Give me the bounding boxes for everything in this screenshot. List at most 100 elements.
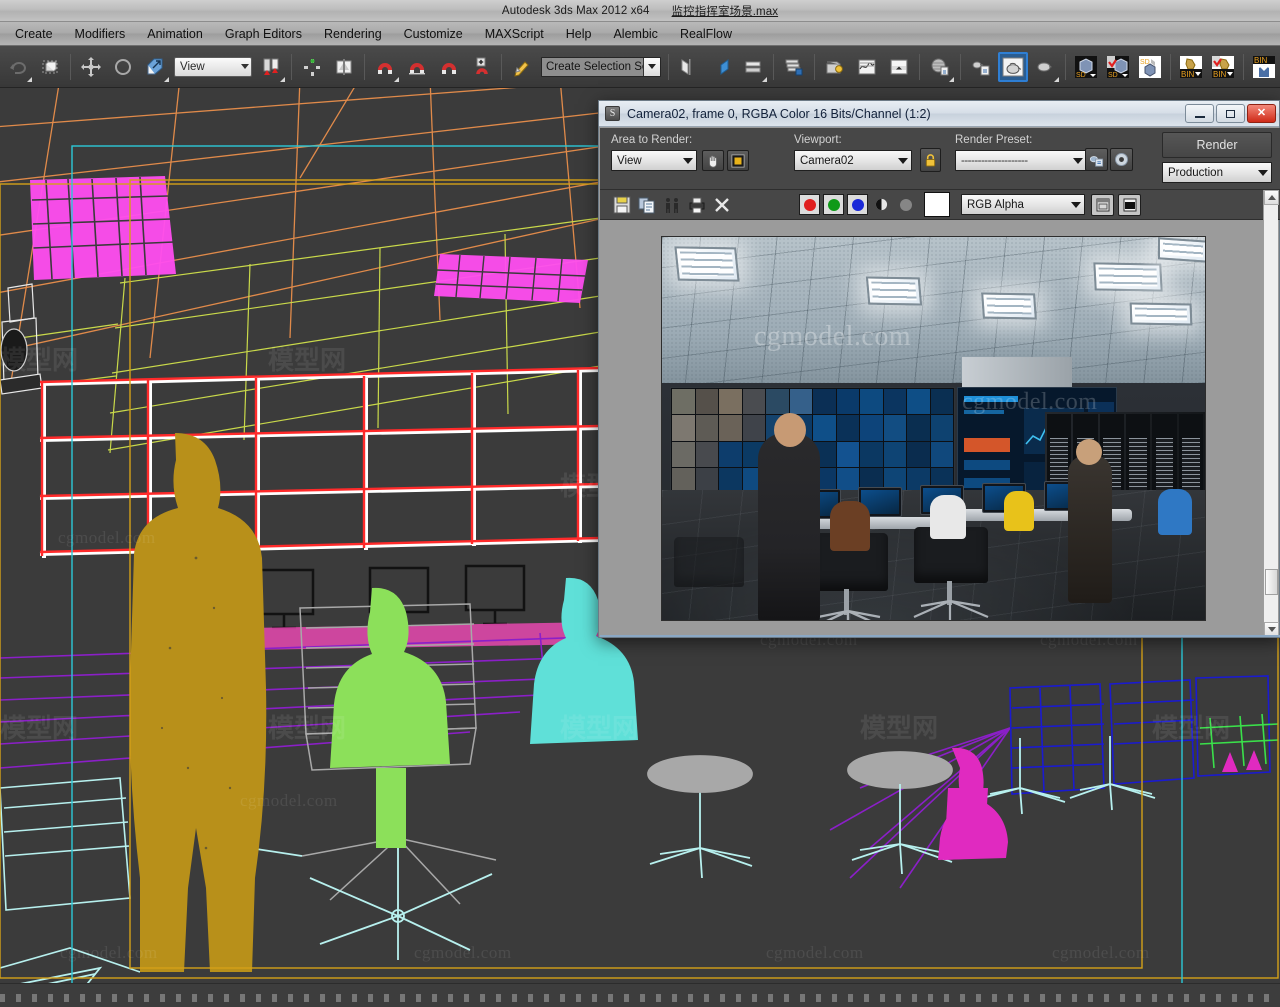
sd-object-white-icon[interactable]: SD (1135, 52, 1165, 82)
rendered-frame-window[interactable]: S Camera02, frame 0, RGBA Color 16 Bits/… (598, 100, 1280, 638)
ceiling-light (1129, 302, 1193, 326)
menu-realflow[interactable]: RealFlow (669, 25, 743, 43)
rendered-image[interactable]: cgmodel.com cgmodel.com (661, 236, 1206, 621)
viewport-value: Camera02 (800, 154, 854, 167)
menu-customize[interactable]: Customize (393, 25, 474, 43)
minimize-icon (1194, 115, 1205, 118)
toggle-image-pane-icon[interactable] (1118, 194, 1141, 216)
selection-set-input[interactable]: Create Selection Set (541, 56, 661, 77)
menu-bar: Create Modifiers Animation Graph Editors… (0, 22, 1280, 46)
red-channel-toggle[interactable] (799, 194, 820, 215)
sub-region-icon[interactable] (727, 150, 749, 171)
image-tools-panel: RGB Alpha (600, 190, 1280, 220)
mono-dot-icon (899, 198, 912, 211)
menu-maxscript[interactable]: MAXScript (474, 25, 555, 43)
sd-object-check-icon[interactable]: SD (1103, 52, 1133, 82)
scroll-up-arrow[interactable] (1264, 190, 1279, 205)
print-image-icon[interactable] (686, 194, 708, 216)
track-view-icon[interactable] (852, 52, 882, 82)
channel-display-dropdown[interactable]: RGB Alpha (961, 194, 1085, 215)
svg-text:SD: SD (1108, 72, 1118, 78)
blue-dot-icon (851, 198, 864, 211)
mirror-objects-icon[interactable] (674, 52, 704, 82)
area-to-render-dropdown[interactable]: View (611, 150, 697, 171)
spinner-snap-icon[interactable] (466, 52, 496, 82)
toolbar-separator (501, 53, 502, 80)
render-controls-panel: Area to Render: View Viewport: Camera02 … (600, 128, 1280, 190)
background-color-swatch[interactable] (924, 192, 950, 217)
menu-animation[interactable]: Animation (136, 25, 214, 43)
save-image-icon[interactable] (611, 194, 633, 216)
toolbar-separator (1243, 53, 1244, 80)
render-window-title-bar[interactable]: S Camera02, frame 0, RGBA Color 16 Bits/… (599, 101, 1279, 127)
clone-image-icon[interactable] (661, 194, 683, 216)
sd-object-icon[interactable]: SD (1071, 52, 1101, 82)
timeline-bar[interactable] (0, 983, 1280, 1007)
align-icon[interactable] (297, 52, 327, 82)
menu-create[interactable]: Create (4, 25, 64, 43)
toolbar-separator (668, 53, 669, 80)
standing-man-head (774, 413, 806, 447)
render-preset-dropdown[interactable]: -------------------- (955, 150, 1087, 171)
file-name-title: 监控指挥室场景.max (671, 5, 779, 18)
menu-help[interactable]: Help (555, 25, 603, 43)
hand-pan-icon[interactable] (702, 150, 724, 171)
timeline-ticks (0, 994, 1280, 1002)
menu-modifiers[interactable]: Modifiers (64, 25, 137, 43)
menu-alembic[interactable]: Alembic (602, 25, 668, 43)
render-production-icon[interactable] (1030, 52, 1060, 82)
ceiling-light (1093, 262, 1163, 292)
mini-listener-icon[interactable] (884, 52, 914, 82)
use-pivot-center-icon[interactable] (256, 52, 286, 82)
toolbar-separator (1170, 53, 1171, 80)
toggle-ui-panel-icon[interactable] (1091, 194, 1114, 216)
bin-object-icon[interactable]: BIN (1176, 52, 1206, 82)
maximize-button[interactable] (1216, 104, 1245, 123)
chevron-down-icon (898, 158, 908, 164)
render-setup-icon[interactable] (1085, 148, 1108, 171)
reference-coordinate-dropdown[interactable]: View (174, 56, 252, 77)
bin-object-check-icon[interactable]: BIN (1208, 52, 1238, 82)
clear-image-icon[interactable] (711, 194, 733, 216)
mono-channel-toggle[interactable] (895, 194, 916, 215)
selection-set-dropdown[interactable] (643, 57, 660, 76)
environment-icon[interactable] (1110, 148, 1133, 171)
render-image-area[interactable]: cgmodel.com cgmodel.com (600, 220, 1265, 637)
lock-icon[interactable] (920, 148, 941, 172)
menu-rendering[interactable]: Rendering (313, 25, 393, 43)
mirror-icon[interactable] (329, 52, 359, 82)
angle-snap-icon[interactable] (402, 52, 432, 82)
rendered-frame-window-icon[interactable] (998, 51, 1028, 82)
layer-manager-icon[interactable] (738, 52, 768, 82)
render-mode-dropdown[interactable]: Production (1162, 162, 1272, 183)
undo-icon[interactable] (3, 52, 33, 82)
render-setup-icon[interactable] (966, 52, 996, 82)
ceiling (662, 237, 1205, 395)
render-mode-value: Production (1168, 166, 1223, 179)
select-scale-icon[interactable] (140, 52, 170, 82)
curve-editor-icon[interactable] (820, 52, 850, 82)
material-editor-icon[interactable] (925, 52, 955, 82)
copy-image-icon[interactable] (636, 194, 658, 216)
blue-channel-toggle[interactable] (847, 194, 868, 215)
menu-graph-editors[interactable]: Graph Editors (214, 25, 313, 43)
render-window-scrollbar[interactable] (1263, 190, 1279, 637)
close-button[interactable]: ✕ (1247, 104, 1276, 123)
snap-toggle-icon[interactable] (370, 52, 400, 82)
ceiling-light (1158, 237, 1205, 263)
minimize-button[interactable] (1185, 104, 1214, 123)
percent-snap-icon[interactable] (434, 52, 464, 82)
select-object-icon[interactable] (35, 52, 65, 82)
viewport-dropdown[interactable]: Camera02 (794, 150, 912, 171)
select-rotate-icon[interactable] (108, 52, 138, 82)
green-channel-toggle[interactable] (823, 194, 844, 215)
schematic-view-icon[interactable] (779, 52, 809, 82)
scroll-thumb[interactable] (1265, 569, 1278, 595)
render-button[interactable]: Render (1162, 132, 1272, 158)
area-to-render-label: Area to Render: (611, 134, 693, 146)
bin-person-icon[interactable]: BIN (1249, 52, 1279, 82)
alpha-channel-toggle[interactable] (871, 194, 892, 215)
named-selection-icon[interactable] (507, 52, 537, 82)
align-objects-icon[interactable] (706, 52, 736, 82)
select-move-icon[interactable] (76, 52, 106, 82)
